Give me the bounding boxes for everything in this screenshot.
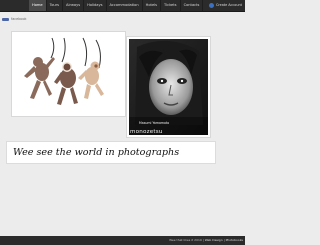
breadcrumb: facebook [2,17,27,21]
footer-text: Wee that likes it 2019 | Web Design | Ph… [169,236,243,245]
footer-brand[interactable]: Photobooks [226,238,243,242]
photo-caption-small: Masumi Yamamoto [139,121,170,125]
footer-bar: Wee that likes it 2019 | Web Design | Ph… [0,236,245,245]
nav-item-tickets[interactable]: Tickets [161,0,181,11]
photo-right[interactable]: Masumi Yamamoto monozetsu [126,36,211,138]
nav-item-contacts[interactable]: Contacts [181,0,204,11]
footer-credit[interactable]: Web Design [205,238,223,242]
caption-text: Wee see the world in photographs [13,147,180,158]
nav-item-accommodation[interactable]: Accommodation [107,0,143,11]
create-account-link[interactable]: Create Account [208,0,242,11]
top-navigation-bar: Home Tours Airways Holidays Accommodatio… [0,0,245,12]
photo-caption-large: monozetsu [130,129,163,135]
footer-copyright: Wee that likes it 2019 [169,238,202,242]
photo-left[interactable] [11,31,126,117]
main-nav: Home Tours Airways Holidays Accommodatio… [29,0,204,11]
nav-item-tours[interactable]: Tours [47,0,64,11]
caption-box: Wee see the world in photographs [6,141,216,164]
facebook-icon [208,3,214,8]
nav-item-airways[interactable]: Airways [63,0,85,11]
nav-item-hotels[interactable]: Hotels [143,0,162,11]
monkeys-illustration [12,32,125,116]
facebook-like-icon[interactable] [2,17,9,21]
create-account-label: Create Account [215,3,242,7]
breadcrumb-label[interactable]: facebook [11,17,27,21]
nav-item-holidays[interactable]: Holidays [84,0,107,11]
nav-item-home[interactable]: Home [29,0,47,11]
